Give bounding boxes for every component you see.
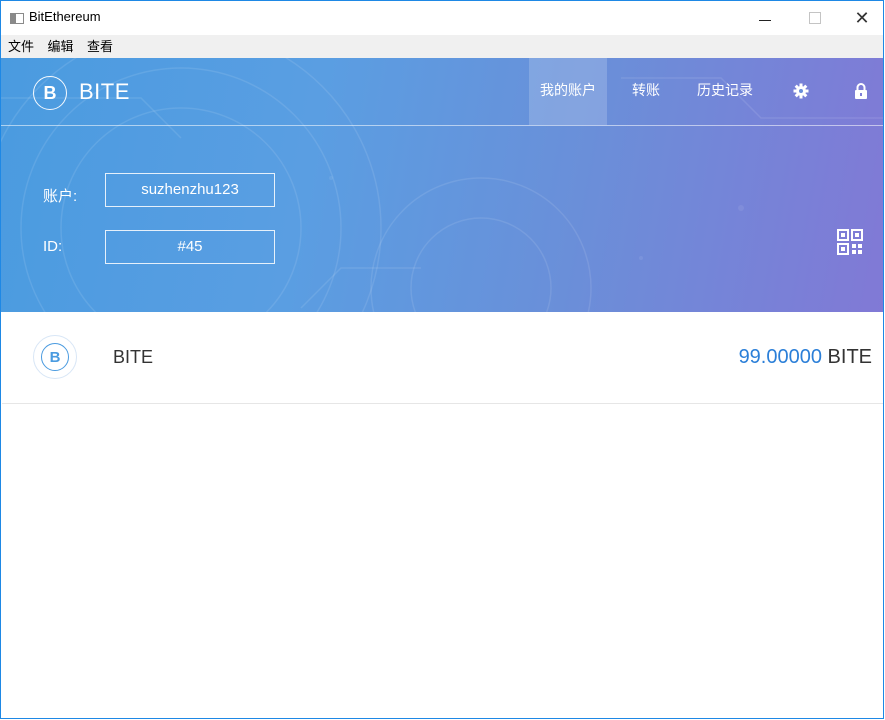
bite-logo-icon: B: [33, 76, 67, 110]
menu-view[interactable]: 查看: [87, 35, 113, 57]
app-window: BitEthereum ✕ 文件 编辑 查看 B BITE 我的账户 转账 历史…: [0, 0, 884, 719]
tab-history[interactable]: 历史记录: [685, 58, 765, 125]
tab-my-account[interactable]: 我的账户: [529, 58, 607, 125]
account-label: 账户:: [43, 188, 78, 205]
title-bar[interactable]: BitEthereum ✕: [1, 1, 883, 35]
maximize-icon: [809, 12, 821, 24]
lock-button[interactable]: [843, 58, 879, 125]
token-logo-letter: B: [41, 343, 69, 371]
app-icon: [10, 13, 24, 24]
qr-code-icon[interactable]: [837, 229, 863, 255]
balance-amount: 99.00000: [738, 346, 822, 368]
balance-unit: BITE: [827, 346, 872, 368]
close-button[interactable]: ✕: [839, 1, 885, 35]
bite-token-icon: B: [33, 335, 77, 379]
account-header: B BITE 我的账户 转账 历史记录 账户: suzhenzhu123 ID:…: [1, 58, 883, 312]
settings-button[interactable]: [783, 58, 819, 125]
top-navigation: B BITE 我的账户 转账 历史记录: [1, 58, 883, 126]
brand-name: BITE: [79, 79, 130, 104]
tab-transfer[interactable]: 转账: [623, 58, 669, 125]
account-id-value: #45: [105, 230, 275, 264]
id-label: ID:: [43, 238, 63, 255]
asset-row[interactable]: B BITE 99.00000 BITE: [2, 312, 883, 404]
minimize-button[interactable]: [742, 1, 788, 35]
menu-file[interactable]: 文件: [8, 35, 34, 57]
asset-name: BITE: [113, 347, 154, 367]
logo-letter: B: [43, 82, 57, 103]
close-icon: ✕: [854, 7, 870, 28]
minimize-icon: [759, 19, 771, 21]
account-name-value: suzhenzhu123: [105, 173, 275, 207]
gear-icon: [793, 83, 809, 99]
menu-bar: 文件 编辑 查看: [1, 35, 883, 58]
window-title: BitEthereum: [29, 9, 101, 24]
lock-icon: [855, 82, 867, 99]
menu-edit[interactable]: 编辑: [47, 35, 73, 57]
asset-balance: 99.00000 BITE: [739, 346, 872, 369]
maximize-button[interactable]: [792, 1, 838, 35]
